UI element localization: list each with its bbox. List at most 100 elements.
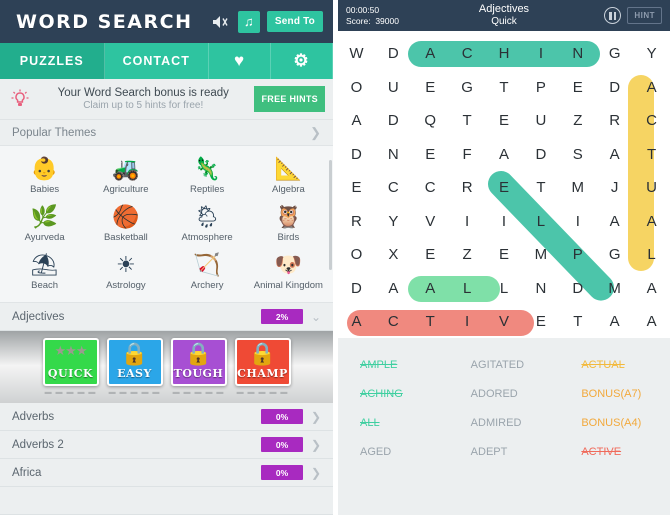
grid-cell[interactable]: L: [522, 213, 559, 230]
word-item[interactable]: ALL: [338, 417, 449, 429]
pause-icon[interactable]: [604, 7, 622, 24]
grid-cell[interactable]: F: [449, 146, 486, 163]
grid-cell[interactable]: E: [522, 313, 559, 330]
grid-cell[interactable]: D: [338, 280, 375, 297]
theme-birds[interactable]: 🦉 Birds: [248, 202, 329, 250]
grid-cell[interactable]: A: [633, 280, 670, 297]
grid-cell[interactable]: U: [522, 112, 559, 129]
grid-cell[interactable]: J: [596, 179, 633, 196]
grid-cell[interactable]: P: [522, 79, 559, 96]
theme-archery[interactable]: 🏹 Archery: [167, 250, 248, 298]
grid-cell[interactable]: A: [596, 213, 633, 230]
grid-cell[interactable]: C: [449, 45, 486, 62]
grid-cell[interactable]: R: [338, 213, 375, 230]
grid-cell[interactable]: V: [486, 313, 523, 330]
theme-reptiles[interactable]: 🦎 Reptiles: [167, 154, 248, 202]
grid-cell[interactable]: M: [596, 280, 633, 297]
grid-cell[interactable]: W: [338, 45, 375, 62]
grid-cell[interactable]: D: [559, 280, 596, 297]
grid-cell[interactable]: D: [375, 112, 412, 129]
grid-cell[interactable]: M: [522, 246, 559, 263]
grid-cell[interactable]: A: [486, 146, 523, 163]
grid-cell[interactable]: N: [375, 146, 412, 163]
grid-cell[interactable]: Y: [633, 45, 670, 62]
grid-cell[interactable]: N: [522, 280, 559, 297]
grid-cell[interactable]: A: [633, 79, 670, 96]
puzzle-row-partial[interactable]: [0, 487, 333, 515]
grid-cell[interactable]: E: [486, 112, 523, 129]
grid-cell[interactable]: E: [412, 79, 449, 96]
grid-cell[interactable]: A: [596, 146, 633, 163]
grid-cell[interactable]: V: [412, 213, 449, 230]
grid-cell[interactable]: S: [559, 146, 596, 163]
grid-cell[interactable]: I: [449, 313, 486, 330]
grid-cell[interactable]: A: [412, 45, 449, 62]
theme-algebra[interactable]: 📐 Algebra: [248, 154, 329, 202]
grid-cell[interactable]: Y: [375, 213, 412, 230]
grid-cell[interactable]: Z: [559, 112, 596, 129]
tab-puzzles[interactable]: PUZZLES: [0, 43, 105, 79]
puzzle-row-adjectives[interactable]: Adjectives 2% ⌄: [0, 303, 333, 331]
left-scrollbar[interactable]: [329, 160, 332, 270]
letter-grid-container[interactable]: W D A C H I N G Y O U E G T P E D A A D …: [338, 31, 670, 338]
difficulty-card-quick[interactable]: ★★★ QUICK ▬ ▬ ▬ ▬ ▬: [42, 338, 99, 396]
grid-cell[interactable]: E: [486, 246, 523, 263]
grid-cell[interactable]: A: [375, 280, 412, 297]
grid-cell[interactable]: A: [633, 213, 670, 230]
grid-cell[interactable]: G: [449, 79, 486, 96]
grid-cell[interactable]: P: [559, 246, 596, 263]
grid-cell[interactable]: A: [338, 313, 375, 330]
grid-cell[interactable]: E: [486, 179, 523, 196]
grid-cell[interactable]: A: [412, 280, 449, 297]
letter-grid[interactable]: W D A C H I N G Y O U E G T P E D A A D …: [338, 37, 670, 339]
grid-cell[interactable]: E: [412, 246, 449, 263]
theme-astrology[interactable]: ☀ Astrology: [85, 250, 166, 298]
grid-cell[interactable]: T: [522, 179, 559, 196]
theme-beach[interactable]: ⛱ Beach: [4, 250, 85, 298]
grid-cell[interactable]: A: [338, 112, 375, 129]
grid-cell[interactable]: D: [596, 79, 633, 96]
theme-animal-kingdom[interactable]: 🐶 Animal Kingdom: [248, 250, 329, 298]
grid-cell[interactable]: U: [633, 179, 670, 196]
grid-cell[interactable]: T: [412, 313, 449, 330]
theme-ayurveda[interactable]: 🌿 Ayurveda: [4, 202, 85, 250]
grid-cell[interactable]: G: [596, 246, 633, 263]
grid-cell[interactable]: Z: [449, 246, 486, 263]
word-item[interactable]: AMPLE: [338, 359, 449, 371]
word-item[interactable]: AGITATED: [449, 359, 560, 371]
grid-cell[interactable]: N: [559, 45, 596, 62]
word-item[interactable]: AGED: [338, 446, 449, 458]
grid-cell[interactable]: L: [486, 280, 523, 297]
grid-cell[interactable]: A: [633, 313, 670, 330]
grid-cell[interactable]: H: [486, 45, 523, 62]
grid-cell[interactable]: O: [338, 79, 375, 96]
grid-cell[interactable]: D: [375, 45, 412, 62]
theme-agriculture[interactable]: 🚜 Agriculture: [85, 154, 166, 202]
difficulty-card-easy[interactable]: 🔒 EASY ▬ ▬ ▬ ▬ ▬: [106, 338, 163, 396]
tab-contact[interactable]: CONTACT: [105, 43, 209, 79]
grid-cell[interactable]: T: [486, 79, 523, 96]
send-to-button[interactable]: Send To: [266, 11, 323, 32]
speaker-mute-icon[interactable]: [211, 14, 231, 30]
grid-cell[interactable]: C: [633, 112, 670, 129]
grid-cell[interactable]: U: [375, 79, 412, 96]
grid-cell[interactable]: E: [559, 79, 596, 96]
grid-cell[interactable]: T: [633, 146, 670, 163]
popular-themes-header[interactable]: Popular Themes ❯: [0, 120, 333, 146]
theme-basketball[interactable]: 🏀 Basketball: [85, 202, 166, 250]
word-item[interactable]: ACTIVE: [559, 446, 670, 458]
word-item[interactable]: ADORED: [449, 388, 560, 400]
grid-cell[interactable]: C: [375, 313, 412, 330]
word-item[interactable]: ACTUAL: [559, 359, 670, 371]
grid-cell[interactable]: Q: [412, 112, 449, 129]
tab-settings[interactable]: ⚙: [271, 43, 333, 79]
word-item[interactable]: ADEPT: [449, 446, 560, 458]
grid-cell[interactable]: E: [338, 179, 375, 196]
grid-cell[interactable]: O: [338, 246, 375, 263]
grid-cell[interactable]: C: [375, 179, 412, 196]
word-item[interactable]: ACHING: [338, 388, 449, 400]
grid-cell[interactable]: L: [633, 246, 670, 263]
grid-cell[interactable]: I: [522, 45, 559, 62]
theme-atmosphere[interactable]: 🌦 Atmosphere: [167, 202, 248, 250]
word-item-bonus[interactable]: BONUS(A7): [559, 388, 670, 400]
